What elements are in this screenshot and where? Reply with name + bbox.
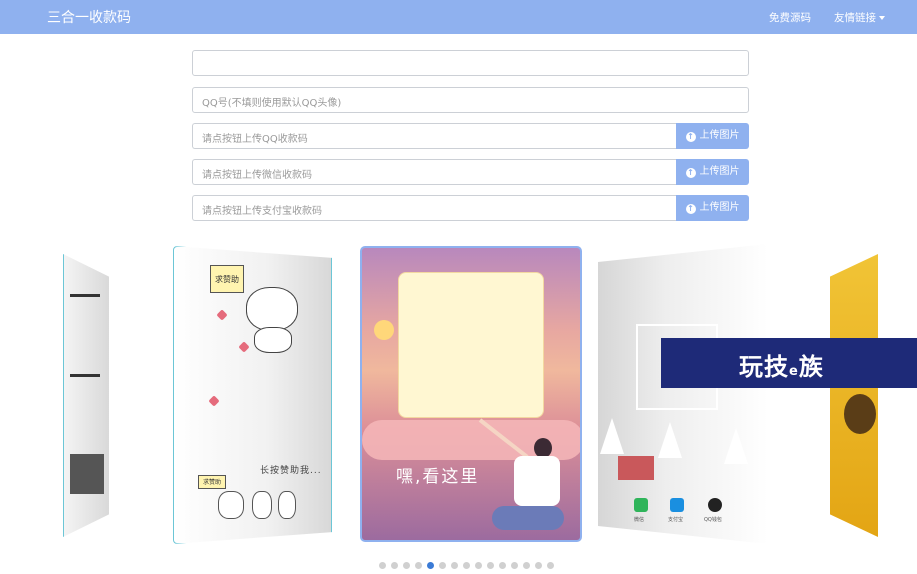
carousel-dot[interactable] — [403, 562, 410, 569]
sketch-line — [70, 374, 100, 377]
carousel-dot[interactable] — [391, 562, 398, 569]
watermark-text: 玩技e族 — [739, 353, 824, 381]
carousel-dot[interactable] — [415, 562, 422, 569]
wechat-upload-group: 请点按钮上传微信收款码 ↑ 上传图片 — [192, 159, 749, 185]
alipay-code-placeholder: 请点按钮上传支付宝收款码 — [202, 206, 322, 217]
carousel-dot[interactable] — [475, 562, 482, 569]
nav-friend-links-label: 友情链接 — [834, 12, 876, 24]
alipay-icon — [670, 498, 684, 512]
snow-tree-illustration — [724, 428, 748, 464]
wechat-pay-icon — [634, 498, 648, 512]
carousel-dot[interactable] — [487, 562, 494, 569]
qq-upload-group: 请点按钮上传QQ收款码 ↑ 上传图片 — [192, 123, 749, 149]
alipay-code-input[interactable]: 请点按钮上传支付宝收款码 — [192, 195, 676, 221]
upload-icon: ↑ — [685, 132, 696, 142]
navbar: 三合一收款码 免费源码 友情链接 — [0, 0, 917, 34]
qq-number-placeholder: QQ号(不填则使用默认QQ头像) — [202, 98, 342, 109]
carousel-dot[interactable] — [547, 562, 554, 569]
wechat-pay-label: 微信 — [634, 517, 645, 523]
carousel-dot[interactable] — [439, 562, 446, 569]
nav-friend-links-dropdown[interactable]: 友情链接 — [834, 10, 885, 25]
brand-title[interactable]: 三合一收款码 — [47, 7, 131, 27]
sponsor-sign: 求赞助 — [210, 265, 244, 293]
sketch-figure — [70, 454, 104, 494]
qq-wallet-label: QQ钱包 — [704, 517, 722, 523]
qq-code-input[interactable]: 请点按钮上传QQ收款码 — [192, 123, 676, 149]
snow-tree-illustration — [658, 422, 682, 458]
qq-upload-button[interactable]: ↑ 上传图片 — [676, 123, 749, 149]
caret-down-icon — [879, 16, 885, 20]
center-caption: 嘿,看这里 — [396, 467, 480, 487]
carousel-dot[interactable] — [379, 562, 386, 569]
carousel-dot[interactable] — [511, 562, 518, 569]
template-card-left[interactable]: 求赞助 长按赞助我... 求赞助 — [173, 246, 332, 544]
wechat-upload-button[interactable]: ↑ 上传图片 — [676, 159, 749, 185]
cat-illustration — [246, 287, 298, 331]
sketch-line — [70, 294, 100, 297]
carousel-dot[interactable] — [523, 562, 530, 569]
carousel-dot[interactable] — [535, 562, 542, 569]
qq-upload-label: 上传图片 — [699, 130, 740, 141]
mini-cat-illustration — [278, 491, 296, 519]
template-card-far-right[interactable] — [830, 254, 878, 537]
heart-icon — [238, 341, 250, 353]
mini-cat-illustration — [218, 491, 244, 519]
alipay-upload-group: 请点按钮上传支付宝收款码 ↑ 上传图片 — [192, 195, 749, 221]
alipay-label: 支付宝 — [668, 517, 684, 523]
qr-code-frame — [398, 272, 544, 418]
nav-free-source-link[interactable]: 免费源码 — [769, 10, 811, 25]
template-card-far-left[interactable] — [63, 254, 109, 537]
long-press-caption: 长按赞助我... — [260, 466, 322, 476]
watermark-logo: 玩技e族 — [661, 338, 917, 388]
sun-illustration — [374, 320, 394, 340]
qq-code-placeholder: 请点按钮上传QQ收款码 — [202, 134, 308, 145]
template-card-center-active[interactable]: 嘿,看这里 — [360, 246, 582, 542]
carousel-dot[interactable] — [427, 562, 434, 569]
template-card-right[interactable]: 微信 支付宝 QQ钱包 — [598, 244, 768, 544]
alipay-upload-label: 上传图片 — [699, 202, 740, 213]
snow-tree-illustration — [600, 418, 624, 454]
alipay-upload-button[interactable]: ↑ 上传图片 — [676, 195, 749, 221]
wechat-code-placeholder: 请点按钮上传微信收款码 — [202, 170, 312, 181]
title-input[interactable] — [192, 50, 749, 76]
cat-body-illustration — [254, 327, 292, 353]
upload-icon: ↑ — [685, 204, 696, 214]
wechat-upload-label: 上传图片 — [699, 166, 740, 177]
upload-icon: ↑ — [685, 168, 696, 178]
carousel-dot[interactable] — [499, 562, 506, 569]
girl-body-illustration — [514, 456, 560, 506]
character-illustration — [844, 394, 876, 434]
girl-head-illustration — [534, 438, 552, 458]
qq-wallet-icon — [708, 498, 722, 512]
girl-legs-illustration — [492, 506, 564, 530]
house-illustration — [618, 456, 654, 480]
mini-cat-illustration — [252, 491, 272, 519]
mini-sponsor-sign: 求赞助 — [198, 475, 226, 489]
wechat-code-input[interactable]: 请点按钮上传微信收款码 — [192, 159, 676, 185]
heart-icon — [208, 395, 220, 407]
qq-number-input[interactable]: QQ号(不填则使用默认QQ头像) — [192, 87, 749, 113]
carousel-dot[interactable] — [463, 562, 470, 569]
heart-icon — [216, 309, 228, 321]
carousel-dot[interactable] — [451, 562, 458, 569]
